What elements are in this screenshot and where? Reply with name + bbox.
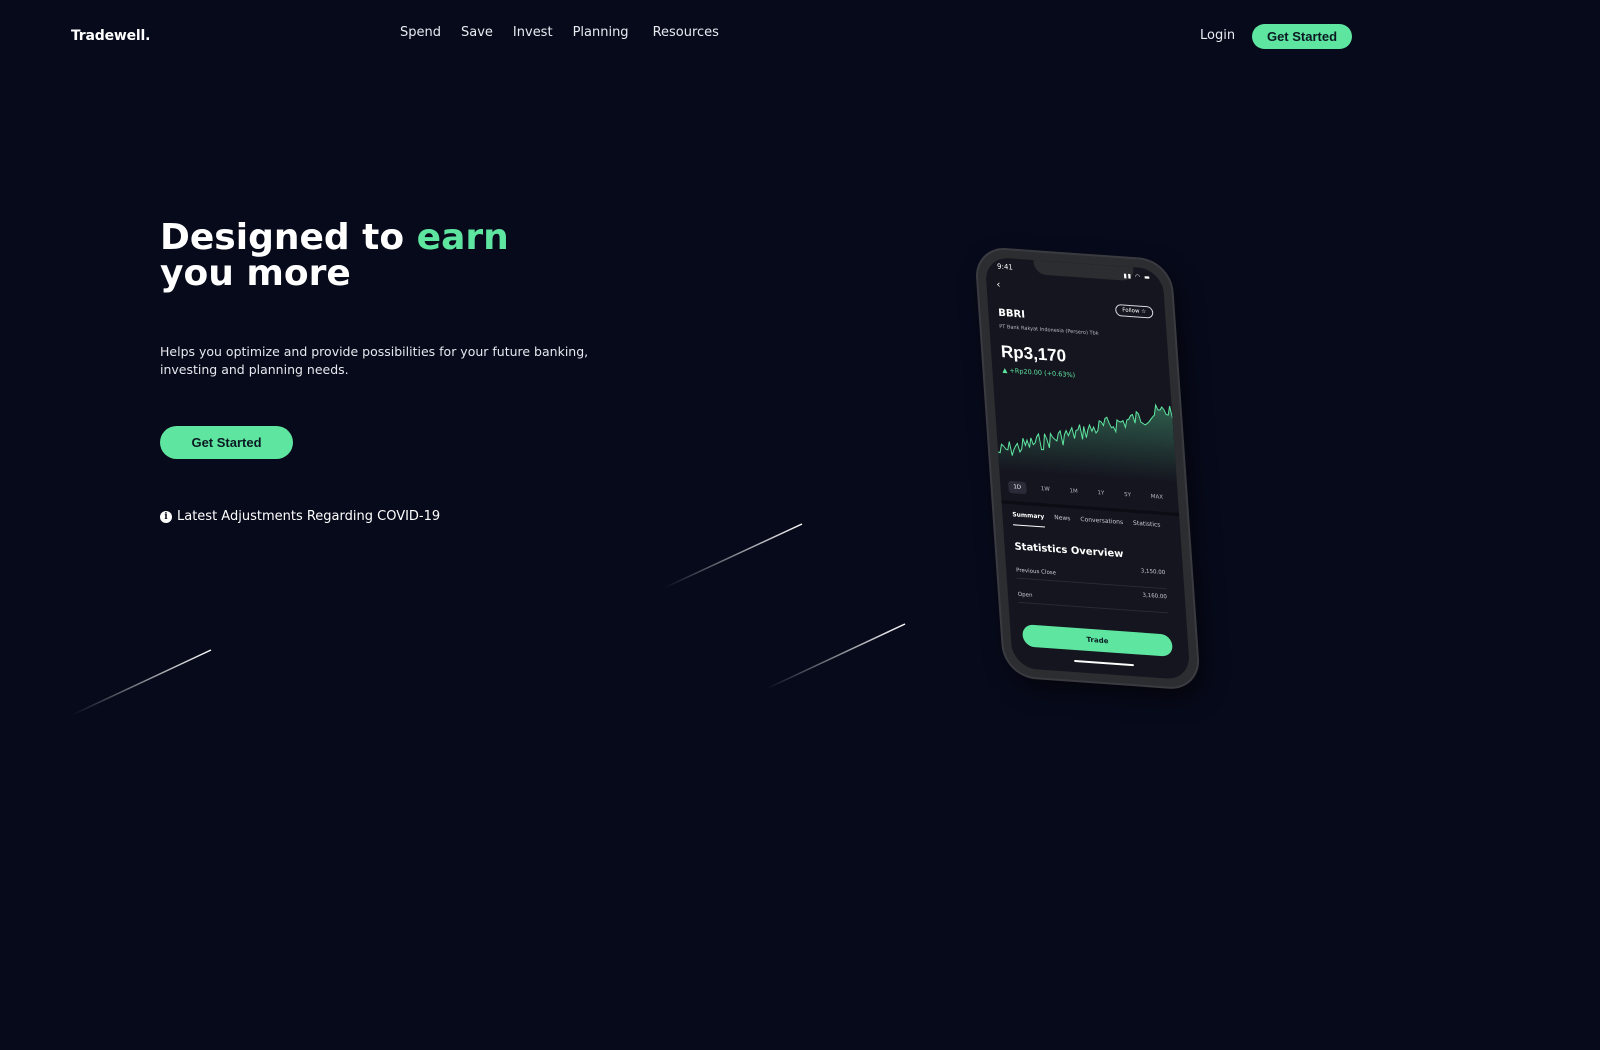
- follow-button: Follow ☆: [1114, 303, 1154, 319]
- login-link[interactable]: Login: [1200, 28, 1235, 43]
- trade-button: Trade: [1021, 624, 1174, 657]
- tab-news: News: [1054, 514, 1071, 523]
- price-change: ▲ +Rp20.00 (+0.63%): [1002, 366, 1076, 380]
- range-1w: 1W: [1040, 486, 1051, 493]
- brand-logo[interactable]: Tradewell.: [71, 28, 150, 44]
- hero-get-started-button[interactable]: Get Started: [160, 426, 293, 459]
- main-nav: Spend Save Invest Planning Resources: [400, 25, 739, 40]
- range-5y: 5Y: [1123, 492, 1132, 499]
- info-icon: i: [160, 510, 172, 523]
- covid-notice-link[interactable]: i Latest Adjustments Regarding COVID-19: [160, 509, 440, 524]
- chart-fill: [998, 404, 1177, 483]
- nav-link-spend[interactable]: Spend: [400, 25, 441, 40]
- nav-link-invest[interactable]: Invest: [513, 25, 553, 40]
- header-get-started-button[interactable]: Get Started: [1252, 24, 1352, 49]
- phone-notch: [1033, 260, 1135, 282]
- range-selector: 1D 1W 1M 1Y 5Y MAX: [1008, 480, 1168, 504]
- hero-title-line2: you more: [160, 253, 351, 294]
- statistics-overview-title: Statistics Overview: [1014, 541, 1124, 561]
- nav-link-resources[interactable]: Resources: [653, 25, 719, 40]
- range-1y: 1Y: [1097, 490, 1105, 497]
- range-1m: 1M: [1069, 488, 1079, 495]
- stock-ticker: BBRI: [998, 307, 1026, 321]
- covid-notice-text: Latest Adjustments Regarding COVID-19: [177, 509, 441, 524]
- hero-title-prefix: Designed to: [160, 217, 417, 258]
- stock-price: Rp3,170: [1000, 341, 1067, 366]
- streak-line: [663, 523, 803, 589]
- range-max: MAX: [1150, 493, 1164, 501]
- streak-line: [71, 649, 212, 716]
- tab-statistics: Statistics: [1132, 519, 1161, 529]
- streak-line: [765, 623, 906, 690]
- stat-row-open: Open 3,160.00: [1017, 591, 1169, 614]
- signal-wifi-battery-icon: ▮▮ ◠ ▬: [1123, 272, 1152, 282]
- decorative-streaks: [71, 523, 906, 716]
- hero-title: Designed to earn you more: [160, 220, 509, 292]
- stat-value: 3,160.00: [1142, 592, 1168, 601]
- nav-link-save[interactable]: Save: [461, 25, 493, 40]
- stat-label: Open: [1017, 591, 1033, 599]
- phone-tabs: Summary News Conversations Statistics: [1012, 511, 1161, 536]
- status-time: 9:41: [996, 262, 1014, 272]
- phone-mockup: 9:41 ▮▮ ◠ ▬ ‹ Follow ☆ BBRI PT Bank Raky…: [976, 248, 1200, 689]
- back-chevron-icon: ‹: [996, 279, 1001, 291]
- company-name: PT Bank Rakyat Indonesia (Persero) Tbk: [999, 323, 1099, 337]
- stat-label: Previous Close: [1015, 567, 1057, 577]
- range-1d: 1D: [1008, 480, 1027, 495]
- price-change-value: +Rp20.00 (+0.63%): [1009, 366, 1076, 380]
- stat-value: 3,150.00: [1140, 568, 1166, 577]
- tab-summary: Summary: [1012, 511, 1046, 528]
- hero-description: Helps you optimize and provide possibili…: [160, 344, 589, 377]
- hero-title-accent: earn: [416, 217, 509, 258]
- nav-link-planning[interactable]: Planning: [573, 25, 629, 40]
- stat-row-previous-close: Previous Close 3,150.00: [1015, 567, 1167, 590]
- tab-conversations: Conversations: [1080, 515, 1124, 527]
- price-chart: [997, 403, 1177, 483]
- home-indicator: [1074, 659, 1135, 667]
- phone-screen: 9:41 ▮▮ ◠ ▬ ‹ Follow ☆ BBRI PT Bank Raky…: [984, 256, 1191, 681]
